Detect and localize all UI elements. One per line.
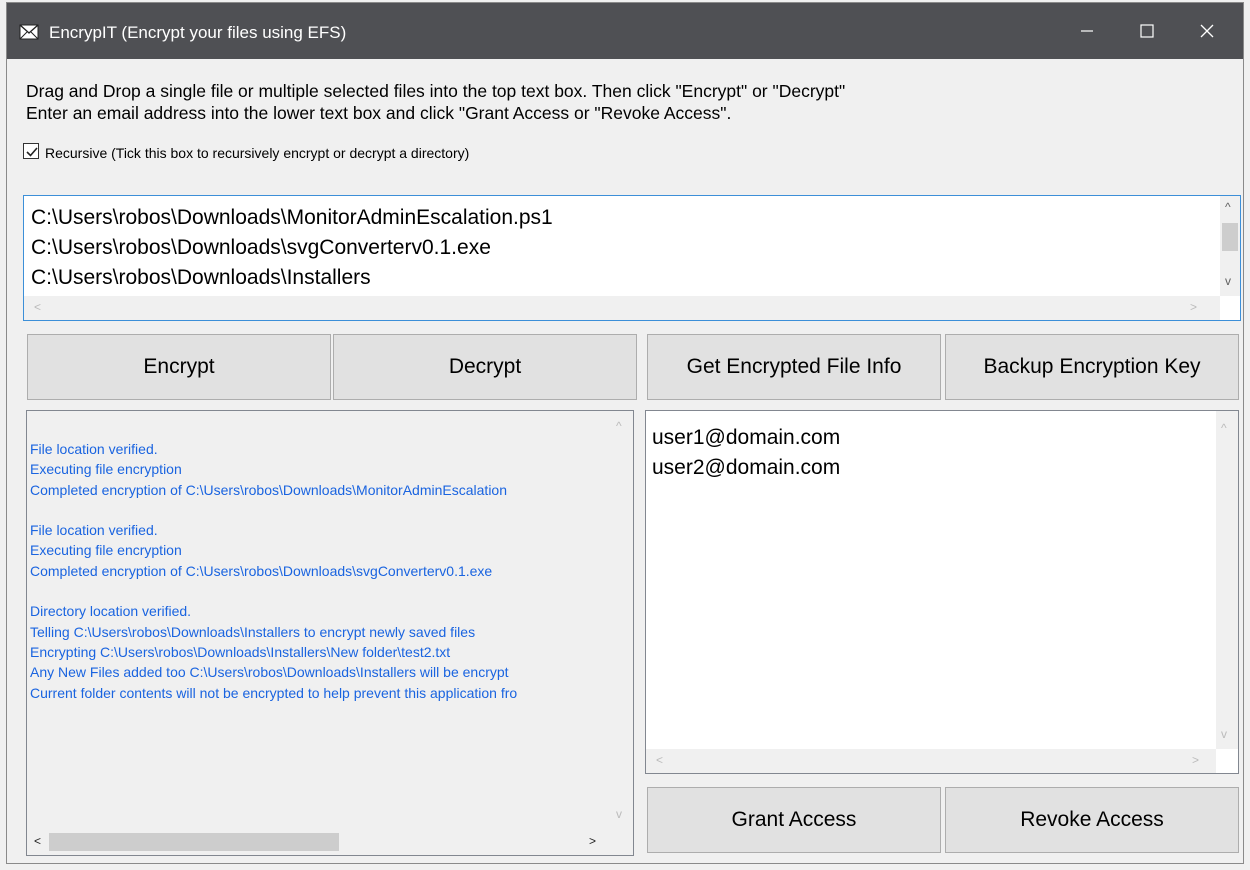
title-bar[interactable]: EncrypIT (Encrypt your files using EFS) [7, 3, 1243, 59]
scroll-right-icon[interactable]: > [589, 834, 596, 848]
email-vertical-scrollbar[interactable]: ^ v [1216, 411, 1238, 749]
scroll-up-icon[interactable]: ^ [616, 419, 622, 433]
minimize-icon [1081, 30, 1093, 32]
grant-access-button[interactable]: Grant Access [647, 787, 941, 853]
decrypt-button[interactable]: Decrypt [333, 334, 637, 400]
file-path: C:\Users\robos\Downloads\Installers [31, 266, 371, 289]
instruction-line-2: Enter an email address into the lower te… [26, 103, 732, 123]
log-line: Completed encryption of C:\Users\robos\D… [30, 562, 493, 579]
revoke-access-button[interactable]: Revoke Access [945, 787, 1239, 853]
log-lines: File location verified. Executing file e… [30, 439, 608, 703]
window-title: EncrypIT (Encrypt your files using EFS) [49, 23, 347, 42]
log-line: File location verified. [30, 441, 158, 457]
email-list: user1@domain.com user2@domain.com [652, 423, 840, 483]
get-encrypted-file-info-button[interactable]: Get Encrypted File Info [647, 334, 941, 400]
log-line: Encrypting C:\Users\robos\Downloads\Inst… [30, 643, 451, 660]
log-line: Directory location verified. [30, 603, 192, 620]
log-line: Any New Files added too C:\Users\robos\D… [30, 664, 509, 681]
checkmark-icon [26, 147, 38, 157]
scroll-left-icon[interactable]: < [34, 834, 41, 848]
log-line: Current folder contents will not be encr… [30, 684, 518, 701]
encrypt-button[interactable]: Encrypt [27, 334, 331, 400]
scroll-left-icon[interactable]: < [34, 300, 41, 314]
email-horizontal-scrollbar[interactable]: < > [646, 749, 1216, 773]
recursive-label[interactable]: Recursive (Tick this box to recursively … [45, 145, 469, 161]
backup-encryption-key-button[interactable]: Backup Encryption Key [945, 334, 1239, 400]
close-icon [1200, 24, 1214, 38]
log-line: Telling C:\Users\robos\Downloads\Install… [30, 623, 476, 640]
log-output-box[interactable]: File location verified. Executing file e… [26, 410, 634, 856]
minimize-button[interactable] [1057, 3, 1117, 59]
log-horizontal-scrollbar[interactable]: < > [27, 829, 611, 855]
scroll-down-icon[interactable]: v [1221, 727, 1227, 741]
file-path: C:\Users\robos\Downloads\svgConverterv0.… [31, 236, 491, 259]
file-path: C:\Users\robos\Downloads\MonitorAdminEsc… [31, 206, 553, 229]
maximize-button[interactable] [1117, 3, 1177, 59]
scroll-down-icon[interactable]: v [616, 807, 622, 821]
close-button[interactable] [1177, 3, 1237, 59]
app-window: EncrypIT (Encrypt your files using EFS) … [6, 2, 1244, 864]
file-list: C:\Users\robos\Downloads\MonitorAdminEsc… [31, 203, 553, 293]
recursive-checkbox[interactable] [23, 143, 39, 159]
log-line: Completed encryption of C:\Users\robos\D… [30, 481, 507, 498]
scroll-right-icon[interactable]: > [1190, 300, 1197, 314]
file-horizontal-scrollbar[interactable]: < > [24, 296, 1220, 320]
log-line: Executing file encryption [30, 461, 182, 478]
email-textbox[interactable]: user1@domain.com user2@domain.com ^ v < … [645, 410, 1239, 774]
log-line: File location verified. [30, 522, 158, 539]
scrollbar-thumb[interactable] [49, 833, 339, 851]
scroll-left-icon[interactable]: < [656, 753, 663, 767]
scroll-down-icon[interactable]: v [1225, 274, 1231, 288]
instruction-line-1: Drag and Drop a single file or multiple … [26, 81, 846, 101]
log-vertical-scrollbar[interactable]: ^ v [611, 411, 633, 829]
email-entry: user1@domain.com [652, 426, 841, 449]
email-entry: user2@domain.com [652, 456, 841, 479]
maximize-icon [1140, 24, 1154, 38]
file-drop-textbox[interactable]: C:\Users\robos\Downloads\MonitorAdminEsc… [23, 195, 1241, 321]
file-vertical-scrollbar[interactable]: ^ v [1220, 196, 1240, 296]
scroll-up-icon[interactable]: ^ [1225, 200, 1231, 214]
scrollbar-thumb[interactable] [1222, 223, 1238, 251]
envelope-shield-icon [19, 23, 39, 41]
log-line: Executing file encryption [30, 542, 182, 559]
scroll-right-icon[interactable]: > [1192, 753, 1199, 767]
scroll-up-icon[interactable]: ^ [1221, 421, 1227, 435]
